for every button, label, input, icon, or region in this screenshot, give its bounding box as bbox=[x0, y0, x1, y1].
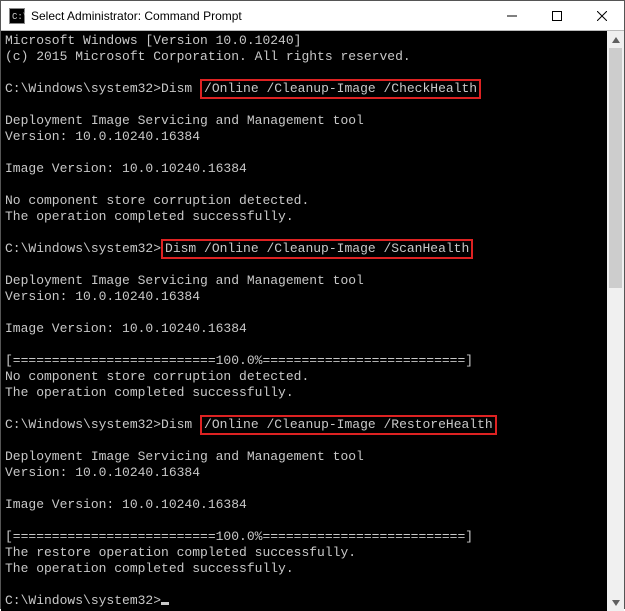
text-line: The operation completed successfully. bbox=[5, 561, 294, 576]
text-line: No component store corruption detected. bbox=[5, 193, 309, 208]
text-line: Image Version: 10.0.10240.16384 bbox=[5, 321, 247, 336]
prompt-line: C:\Windows\system32>Dism /Online /Cleanu… bbox=[5, 81, 481, 96]
prompt-line: C:\Windows\system32> bbox=[5, 593, 169, 608]
text-line: The operation completed successfully. bbox=[5, 385, 294, 400]
text-line: [==========================100.0%=======… bbox=[5, 529, 473, 544]
text-line: Version: 10.0.10240.16384 bbox=[5, 129, 200, 144]
svg-text:C:\: C:\ bbox=[12, 12, 25, 22]
highlight-restorehealth: /Online /Cleanup-Image /RestoreHealth bbox=[200, 415, 497, 435]
window-title: Select Administrator: Command Prompt bbox=[31, 9, 489, 23]
vertical-scrollbar[interactable] bbox=[607, 31, 624, 611]
text-line: Deployment Image Servicing and Managemen… bbox=[5, 113, 364, 128]
close-button[interactable] bbox=[579, 1, 624, 31]
scrollbar-thumb[interactable] bbox=[609, 48, 622, 288]
terminal-output[interactable]: Microsoft Windows [Version 10.0.10240] (… bbox=[1, 31, 607, 611]
text-line: Deployment Image Servicing and Managemen… bbox=[5, 273, 364, 288]
text-line: Microsoft Windows [Version 10.0.10240] bbox=[5, 33, 301, 48]
scroll-up-arrow[interactable] bbox=[607, 31, 624, 48]
text-line: [==========================100.0%=======… bbox=[5, 353, 473, 368]
text-line: (c) 2015 Microsoft Corporation. All righ… bbox=[5, 49, 411, 64]
highlight-checkhealth: /Online /Cleanup-Image /CheckHealth bbox=[200, 79, 481, 99]
text-line: Image Version: 10.0.10240.16384 bbox=[5, 497, 247, 512]
titlebar[interactable]: C:\ Select Administrator: Command Prompt bbox=[1, 1, 624, 31]
text-line: The restore operation completed successf… bbox=[5, 545, 356, 560]
client-area: Microsoft Windows [Version 10.0.10240] (… bbox=[1, 31, 624, 611]
highlight-scanhealth: Dism /Online /Cleanup-Image /ScanHealth bbox=[161, 239, 473, 259]
text-line: Image Version: 10.0.10240.16384 bbox=[5, 161, 247, 176]
text-line: The operation completed successfully. bbox=[5, 209, 294, 224]
prompt-line: C:\Windows\system32>Dism /Online /Cleanu… bbox=[5, 241, 473, 256]
scroll-down-arrow[interactable] bbox=[607, 594, 624, 611]
text-line: No component store corruption detected. bbox=[5, 369, 309, 384]
text-line: Deployment Image Servicing and Managemen… bbox=[5, 449, 364, 464]
command-prompt-window: C:\ Select Administrator: Command Prompt… bbox=[0, 0, 625, 609]
prompt-line: C:\Windows\system32>Dism /Online /Cleanu… bbox=[5, 417, 497, 432]
text-line: Version: 10.0.10240.16384 bbox=[5, 289, 200, 304]
minimize-button[interactable] bbox=[489, 1, 534, 31]
cmd-icon: C:\ bbox=[9, 8, 25, 24]
cursor bbox=[161, 602, 169, 605]
maximize-button[interactable] bbox=[534, 1, 579, 31]
text-line: Version: 10.0.10240.16384 bbox=[5, 465, 200, 480]
